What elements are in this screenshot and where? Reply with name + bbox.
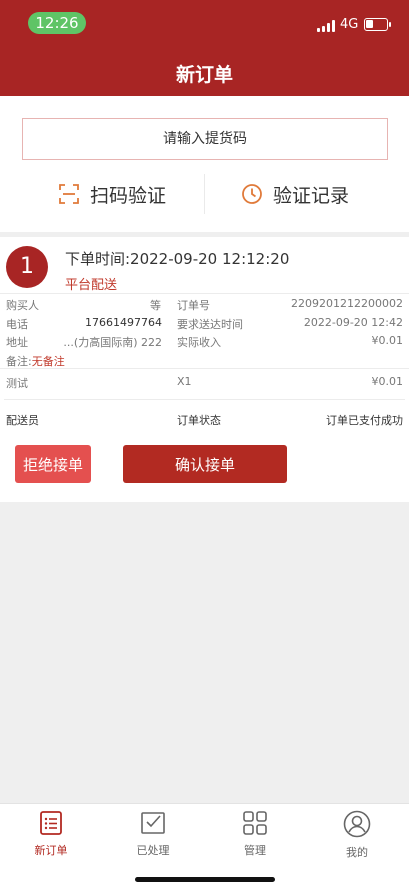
verify-records-label: 验证记录	[273, 184, 350, 207]
divider	[204, 174, 205, 214]
delivery-type: 平台配送	[65, 278, 118, 293]
divider	[0, 368, 409, 369]
item-name: 测试	[6, 377, 28, 390]
pickup-code-input[interactable]	[22, 118, 388, 160]
tab-label: 已处理	[136, 844, 170, 857]
divider	[0, 293, 409, 294]
order-index-badge: 1	[6, 246, 48, 288]
tab-label: 我的	[346, 846, 368, 859]
remark-value: 无备注	[31, 355, 65, 368]
tab-processed[interactable]: 已处理	[113, 810, 193, 858]
phone-value: 17661497764	[85, 316, 162, 329]
grid-icon	[243, 811, 267, 835]
address-value: ...(力高国际南) 222	[63, 336, 162, 349]
courier-label: 配送员	[6, 414, 39, 427]
deliver-time-value: 2022-09-20 12:42	[303, 316, 403, 329]
battery-icon	[364, 18, 391, 31]
order-status-value: 订单已支付成功	[326, 414, 403, 427]
top-bar: 12:26 4G 新订单	[0, 0, 409, 96]
order-status-label: 订单状态	[177, 414, 221, 427]
tab-mine[interactable]: 我的	[317, 810, 397, 860]
order-no-value: 2209201212200002	[291, 297, 403, 310]
status-time: 12:26	[28, 12, 86, 34]
phone-label: 电话	[6, 318, 28, 331]
item-qty: X1	[177, 375, 192, 388]
processed-box-icon	[141, 812, 165, 834]
order-no-label: 订单号	[177, 299, 210, 312]
remark-label: 备注:	[6, 355, 32, 368]
signal-icon	[317, 20, 337, 32]
home-indicator	[135, 877, 275, 882]
scan-verify-label: 扫码验证	[90, 184, 167, 207]
tab-label: 管理	[244, 844, 266, 857]
page-title: 新订单	[175, 64, 233, 86]
scan-verify-button[interactable]: 扫码验证	[58, 176, 166, 212]
buyer-label: 购买人	[6, 299, 39, 312]
address-label: 地址	[6, 336, 28, 349]
income-label: 实际收入	[177, 336, 221, 349]
user-icon	[343, 810, 371, 838]
item-price: ¥0.01	[371, 375, 404, 388]
divider	[4, 399, 405, 400]
order-card: 1 下单时间:2022-09-20 12:12:20 平台配送 购买人 等 订单…	[0, 237, 409, 502]
tab-label: 新订单	[34, 844, 68, 857]
buyer-value: 等	[150, 299, 161, 312]
clock-icon	[242, 184, 262, 204]
income-value: ¥0.01	[371, 334, 404, 347]
confirm-order-button[interactable]: 确认接单	[123, 445, 287, 483]
network-type: 4G	[340, 17, 359, 32]
tab-new-orders[interactable]: 新订单	[11, 810, 91, 858]
verify-section: 扫码验证 验证记录	[0, 96, 409, 232]
tab-manage[interactable]: 管理	[215, 810, 295, 858]
order-time: 下单时间:2022-09-20 12:12:20	[65, 250, 290, 268]
scan-icon	[59, 184, 79, 204]
reject-order-button[interactable]: 拒绝接单	[15, 445, 91, 483]
verify-records-button[interactable]: 验证记录	[241, 176, 349, 212]
order-list-icon	[40, 811, 62, 835]
deliver-time-label: 要求送达时间	[177, 318, 243, 331]
remark-row: 备注:无备注	[6, 353, 65, 369]
